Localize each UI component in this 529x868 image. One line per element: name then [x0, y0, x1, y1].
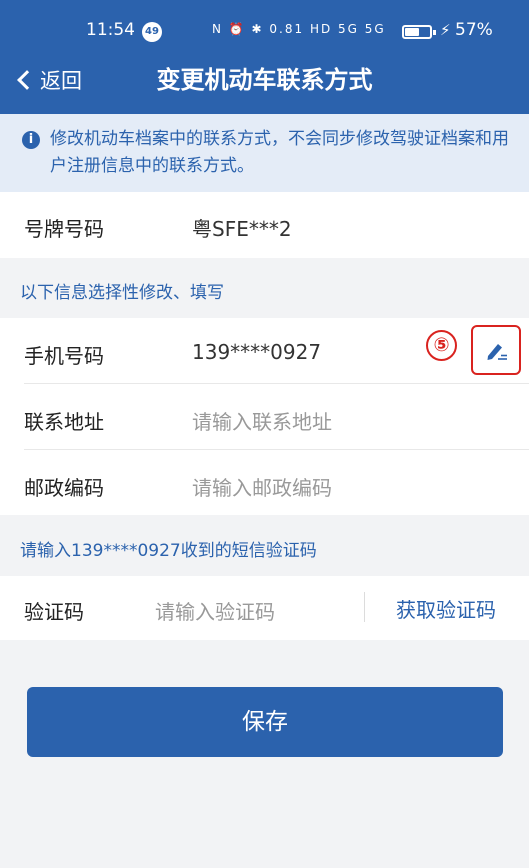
notification-badge: 49 [142, 22, 162, 42]
phone-value: 139****0927 [192, 340, 322, 364]
status-icons: N ⏰ ✱ 0.81 HD 5G 5G [212, 22, 386, 36]
notice-text: 修改机动车档案中的联系方式，不会同步修改驾驶证档案和用户注册信息中的联系方式。 [50, 129, 509, 176]
step-annotation: ⑤ [426, 330, 457, 361]
page-title: 变更机动车联系方式 [156, 66, 373, 94]
address-label: 联系地址 [24, 410, 104, 434]
address-input[interactable]: 请输入联系地址 [192, 406, 332, 435]
save-button[interactable]: 保存 [27, 687, 503, 757]
status-bar: 11:54 49 N ⏰ ✱ 0.81 HD 5G 5G ⚡ 57% [0, 14, 529, 48]
info-notice: i 修改机动车档案中的联系方式，不会同步修改驾驶证档案和用户注册信息中的联系方式… [0, 114, 529, 192]
vertical-divider [364, 592, 365, 622]
phone-label: 手机号码 [24, 344, 104, 368]
info-icon: i [22, 131, 40, 149]
verify-code-input[interactable]: 请输入验证码 [155, 596, 275, 625]
plate-label: 号牌号码 [24, 217, 104, 241]
battery-icon [402, 25, 436, 39]
get-code-button[interactable]: 获取验证码 [396, 594, 496, 623]
charging-icon: ⚡ [440, 21, 451, 39]
battery-percent: 57% [455, 20, 493, 40]
divider [24, 383, 529, 384]
plate-value: 粤SFE***2 [192, 217, 292, 241]
edit-phone-button[interactable] [471, 325, 521, 375]
postcode-label: 邮政编码 [24, 476, 104, 500]
verify-label: 验证码 [24, 600, 84, 624]
plate-row: 号牌号码 粤SFE***2 [0, 192, 529, 258]
sms-section-label: 请输入139****0927收到的短信验证码 [20, 541, 317, 561]
divider [24, 449, 529, 450]
edit-pencil-icon [487, 344, 507, 360]
optional-section-label: 以下信息选择性修改、填写 [20, 283, 224, 303]
top-bar: 11:54 49 N ⏰ ✱ 0.81 HD 5G 5G ⚡ 57% 返回 变更… [0, 0, 529, 114]
status-time: 11:54 [86, 20, 135, 40]
postcode-input[interactable]: 请输入邮政编码 [192, 472, 332, 501]
